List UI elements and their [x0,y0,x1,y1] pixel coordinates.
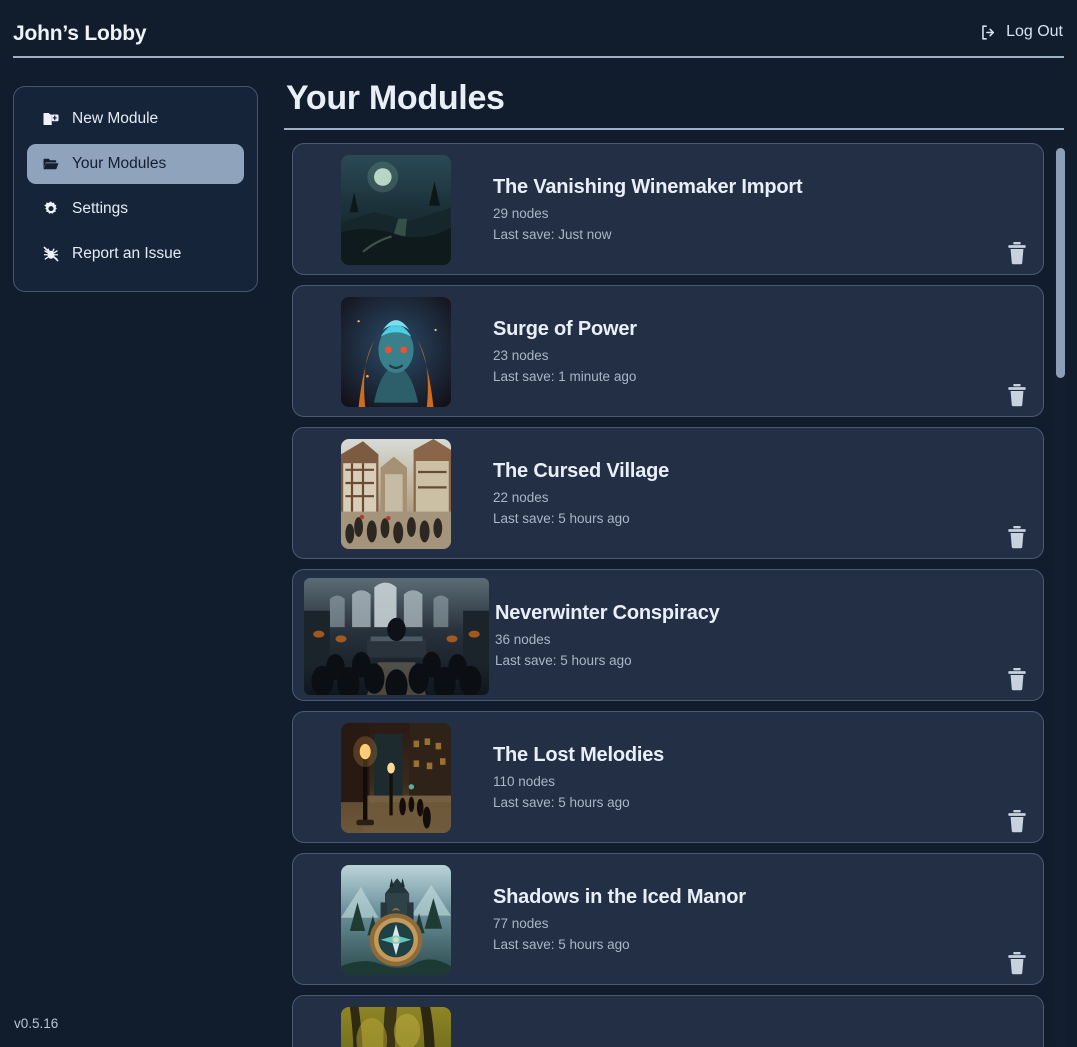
sidebar: New Module Your Modules Settings Report … [13,86,258,292]
module-last-save: Last save: 5 hours ago [495,653,632,668]
module-info: The Lost Melodies 110 nodes Last save: 5 h… [493,744,664,810]
sidebar-item-settings[interactable]: Settings [27,189,244,229]
module-node-count: 22 nodes [493,490,549,505]
module-card[interactable]: Surge of Power 23 nodes Last save: 1 minut… [292,285,1044,417]
module-card[interactable]: The Cursed Village 22 nodes Last save: 5 h… [292,427,1044,559]
module-title: Neverwinter Conspiracy [495,602,720,624]
delete-module-button[interactable] [1006,241,1028,265]
delete-module-button[interactable] [1006,383,1028,407]
module-thumbnail [341,723,451,833]
delete-module-button[interactable] [1006,809,1028,833]
sidebar-item-your-modules[interactable]: Your Modules [27,144,244,184]
sidebar-item-label: Your Modules [72,155,167,172]
module-node-count: 29 nodes [493,206,549,221]
bug-slash-icon [42,245,60,263]
delete-module-button[interactable] [1006,667,1028,691]
module-thumbnail [341,1007,451,1047]
main-content: Your Modules The Vanishing Winemaker Imp… [284,76,1066,1047]
logout-icon [979,23,998,42]
module-title: The Lost Melodies [493,744,665,766]
lobby-title: John’s Lobby [13,22,147,45]
module-title: The Cursed Village [493,460,670,482]
module-card[interactable]: Shadows in the Iced Manor 77 nodes Last sa… [292,853,1044,985]
scrollbar-thumb[interactable] [1056,148,1065,378]
module-title: The Vanishing Winemaker Import [493,176,803,198]
module-thumbnail [341,439,451,549]
gear-icon [42,200,60,218]
delete-module-button[interactable] [1006,525,1028,549]
module-node-count: 77 nodes [493,916,549,931]
sidebar-item-report-an-issue[interactable]: Report an Issue [27,234,244,274]
sidebar-item-label: Report an Issue [72,245,182,262]
sidebar-item-new-module[interactable]: New Module [27,99,244,139]
sidebar-item-label: New Module [72,110,159,127]
delete-module-button[interactable] [1006,951,1028,975]
module-title: Shadows in the Iced Manor [493,886,746,908]
module-list: The Vanishing Winemaker Import 29 nodes La… [284,143,1066,1047]
module-info: The Vanishing Winemaker Import 29 nodes La… [493,176,803,242]
module-node-count: 36 nodes [495,632,551,647]
page-title: Your Modules [286,79,505,117]
module-last-save: Last save: Just now [493,227,612,242]
module-list-scrollbar[interactable] [1055,143,1066,1047]
logout-button[interactable]: Log Out [979,22,1063,41]
module-info: Shadows in the Iced Manor 77 nodes Last sa… [493,886,746,952]
module-card[interactable]: The Lost Melodies 110 nodes Last save: 5 h… [292,711,1044,843]
module-last-save: Last save: 1 minute ago [493,369,637,384]
module-title: Surge of Power [493,318,637,340]
logout-label: Log Out [1006,22,1063,40]
module-card[interactable]: The Vanishing Winemaker Import 29 nodes La… [292,143,1044,275]
title-divider [284,128,1064,130]
module-node-count: 23 nodes [493,348,549,363]
module-info: Neverwinter Conspiracy 36 nodes Last save:… [495,602,720,668]
module-thumbnail [341,155,451,265]
app-version: v0.5.16 [14,1016,59,1031]
module-card[interactable] [292,995,1044,1047]
module-thumbnail [304,578,489,695]
header-divider [13,56,1064,58]
folder-open-icon [42,155,60,173]
module-node-count: 110 nodes [493,774,556,789]
module-last-save: Last save: 5 hours ago [493,937,630,952]
module-info: The Cursed Village 22 nodes Last save: 5 h… [493,460,669,526]
module-last-save: Last save: 5 hours ago [493,511,630,526]
module-info: Surge of Power 23 nodes Last save: 1 minut… [493,318,637,384]
module-thumbnail [341,297,451,407]
sidebar-item-label: Settings [72,200,129,217]
module-last-save: Last save: 5 hours ago [493,795,630,810]
module-card[interactable]: Neverwinter Conspiracy 36 nodes Last save:… [292,569,1044,701]
top-bar: John’s Lobby Log Out [0,0,1077,58]
module-thumbnail [341,865,451,975]
folder-plus-icon [42,110,60,128]
